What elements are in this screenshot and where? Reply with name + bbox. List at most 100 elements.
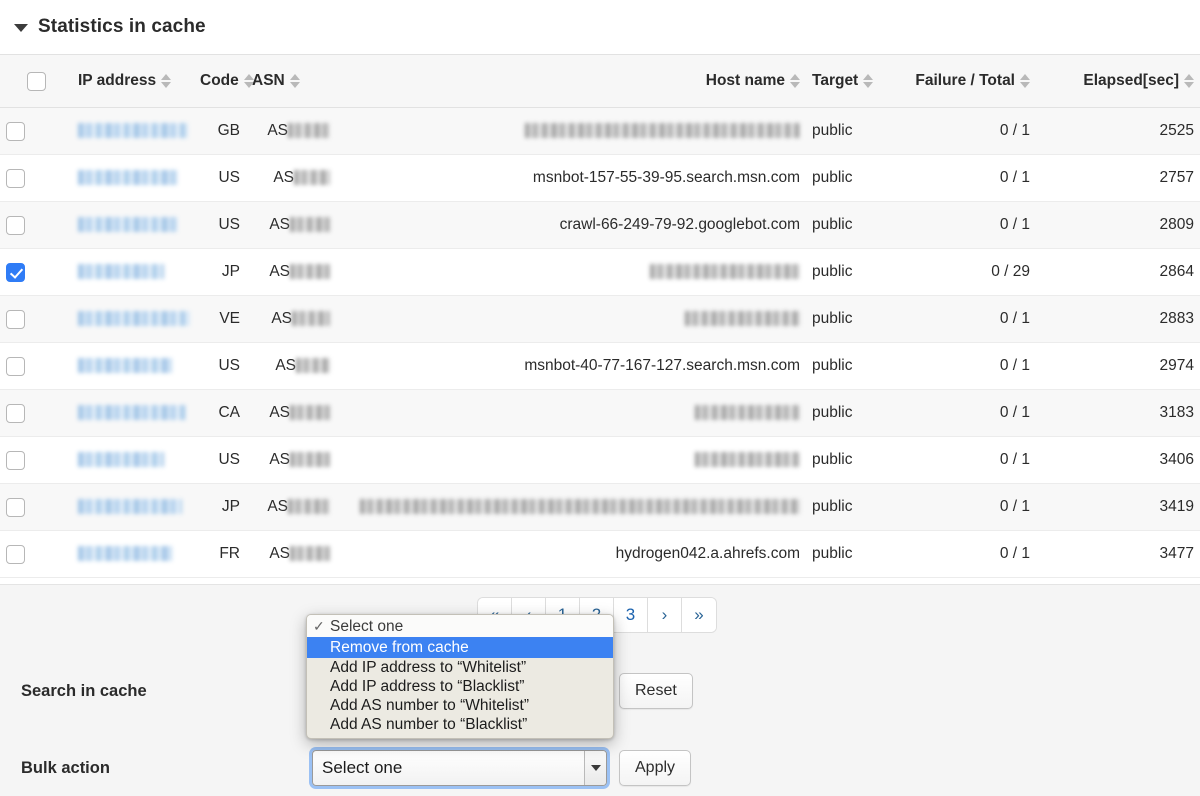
cell-failure-total: 0 / 1 <box>896 436 1036 484</box>
row-checkbox[interactable] <box>6 215 25 235</box>
redacted-ip-address <box>78 405 186 421</box>
row-checkbox-cell[interactable] <box>0 154 72 202</box>
table-body: GB AS public 0 / 1 2525 US AS msnbot-157-55-39-… <box>0 107 1200 578</box>
sort-icon-host-name[interactable] <box>790 74 800 88</box>
redacted-ip-address <box>78 217 178 233</box>
sort-icon-ip-address[interactable] <box>161 74 172 88</box>
pagination-last[interactable]: » <box>682 598 716 632</box>
table-row[interactable]: US AS crawl-66-249-79-92.googlebot.com publ… <box>0 201 1200 249</box>
cell-ip-address <box>72 530 194 578</box>
cell-asn: AS <box>246 389 336 437</box>
asn-prefix: AS <box>273 169 294 186</box>
asn-prefix: AS <box>269 451 290 468</box>
menu-item-3[interactable]: Add IP address to “Blacklist” <box>307 677 613 696</box>
row-checkbox-cell[interactable] <box>0 389 72 437</box>
asn-prefix: AS <box>269 263 290 280</box>
check-icon: ✓ <box>313 618 325 634</box>
pagination-next[interactable]: › <box>648 598 682 632</box>
statistics-table: IP address Code ASN Host name Target Fai… <box>0 54 1200 578</box>
cell-target: public <box>806 342 896 390</box>
cell-host-name: msnbot-157-55-39-95.search.msn.com <box>336 154 806 202</box>
row-checkbox-cell[interactable] <box>0 342 72 390</box>
column-header-failure-total[interactable]: Failure / Total <box>896 54 1036 108</box>
row-checkbox[interactable] <box>6 403 25 423</box>
column-header-target[interactable]: Target <box>806 54 896 108</box>
row-checkbox-cell[interactable] <box>0 107 72 155</box>
row-checkbox[interactable] <box>6 497 25 517</box>
triangle-down-icon[interactable] <box>14 24 28 32</box>
row-checkbox-cell[interactable] <box>0 201 72 249</box>
row-checkbox[interactable] <box>6 356 25 376</box>
sort-icon-asn[interactable] <box>289 74 300 88</box>
table-row[interactable]: JP AS public 0 / 1 3419 <box>0 483 1200 531</box>
cell-failure-total: 0 / 1 <box>896 342 1036 390</box>
menu-item-4[interactable]: Add AS number to “Whitelist” <box>307 696 613 715</box>
asn-prefix: AS <box>275 357 296 374</box>
host-name-value: msnbot-40-77-167-127.search.msn.com <box>524 357 800 374</box>
reset-button[interactable]: Reset <box>619 673 693 709</box>
redacted-asn <box>288 123 330 139</box>
table-row[interactable]: GB AS public 0 / 1 2525 <box>0 107 1200 155</box>
cell-code: GB <box>194 107 246 155</box>
redacted-ip-address <box>78 452 164 468</box>
menu-item-2[interactable]: Add IP address to “Whitelist” <box>307 658 613 677</box>
cell-target: public <box>806 436 896 484</box>
chevron-down-icon[interactable] <box>584 751 606 785</box>
cell-elapsed: 3477 <box>1036 530 1200 578</box>
table-row[interactable]: JP AS public 0 / 29 2864 <box>0 248 1200 296</box>
cell-host-name: crawl-66-249-79-92.googlebot.com <box>336 201 806 249</box>
redacted-host-name <box>695 452 800 468</box>
cell-elapsed: 2757 <box>1036 154 1200 202</box>
table-row[interactable]: US AS msnbot-40-77-167-127.search.msn.com p… <box>0 342 1200 390</box>
row-checkbox-cell[interactable] <box>0 248 72 296</box>
column-label-failure-total: Failure / Total <box>915 72 1015 89</box>
row-checkbox-cell[interactable] <box>0 530 72 578</box>
cell-ip-address <box>72 389 194 437</box>
cell-host-name <box>336 248 806 296</box>
cell-target: public <box>806 530 896 578</box>
column-header-asn[interactable]: ASN <box>246 54 336 108</box>
sort-icon-target[interactable] <box>863 74 874 88</box>
cell-ip-address <box>72 295 194 343</box>
sort-icon-elapsed[interactable] <box>1184 74 1194 88</box>
menu-item-1[interactable]: Remove from cache <box>307 637 613 658</box>
cell-code: JP <box>194 483 246 531</box>
sort-icon-failure-total[interactable] <box>1020 74 1030 88</box>
row-checkbox[interactable] <box>6 450 25 470</box>
bulk-action-select-box[interactable]: Select one <box>312 750 607 786</box>
column-header-ip-address[interactable]: IP address <box>72 54 194 108</box>
column-header-elapsed[interactable]: Elapsed[sec] <box>1036 54 1200 108</box>
pagination-page-3[interactable]: 3 <box>614 598 648 632</box>
bulk-action-select[interactable]: Select one <box>312 750 607 786</box>
menu-item-5[interactable]: Add AS number to “Blacklist” <box>307 715 613 734</box>
row-checkbox[interactable] <box>6 309 25 329</box>
row-checkbox[interactable] <box>6 168 25 188</box>
table-row[interactable]: FR AS hydrogen042.a.ahrefs.com public 0 / 13… <box>0 530 1200 578</box>
redacted-asn <box>290 217 330 233</box>
table-row[interactable]: US AS msnbot-157-55-39-95.search.msn.com pu… <box>0 154 1200 202</box>
row-checkbox[interactable] <box>6 121 25 141</box>
apply-button[interactable]: Apply <box>619 750 692 786</box>
row-checkbox-cell[interactable] <box>0 436 72 484</box>
cell-code: JP <box>194 248 246 296</box>
bulk-action-dropdown-menu[interactable]: ✓ Select one Remove from cache Add IP addre… <box>306 614 614 739</box>
row-checkbox[interactable] <box>6 262 25 282</box>
column-header-checkbox <box>0 54 72 108</box>
table-row[interactable]: CA AS public 0 / 1 3183 <box>0 389 1200 437</box>
column-header-host-name[interactable]: Host name <box>336 54 806 108</box>
row-checkbox[interactable] <box>6 544 25 564</box>
redacted-ip-address <box>78 358 172 374</box>
table-row[interactable]: VE AS public 0 / 1 2883 <box>0 295 1200 343</box>
table-row[interactable]: US AS public 0 / 1 3406 <box>0 436 1200 484</box>
cell-target: public <box>806 201 896 249</box>
row-checkbox-cell[interactable] <box>0 483 72 531</box>
menu-item-label: Add IP address to “Blacklist” <box>330 677 525 695</box>
column-header-code[interactable]: Code <box>194 54 254 108</box>
cell-failure-total: 0 / 1 <box>896 295 1036 343</box>
redacted-ip-address <box>78 546 172 562</box>
redacted-asn <box>294 170 330 186</box>
row-checkbox-cell[interactable] <box>0 295 72 343</box>
redacted-asn <box>296 358 330 374</box>
menu-item-0[interactable]: ✓ Select one <box>307 615 613 637</box>
select-all-checkbox[interactable] <box>26 71 46 91</box>
